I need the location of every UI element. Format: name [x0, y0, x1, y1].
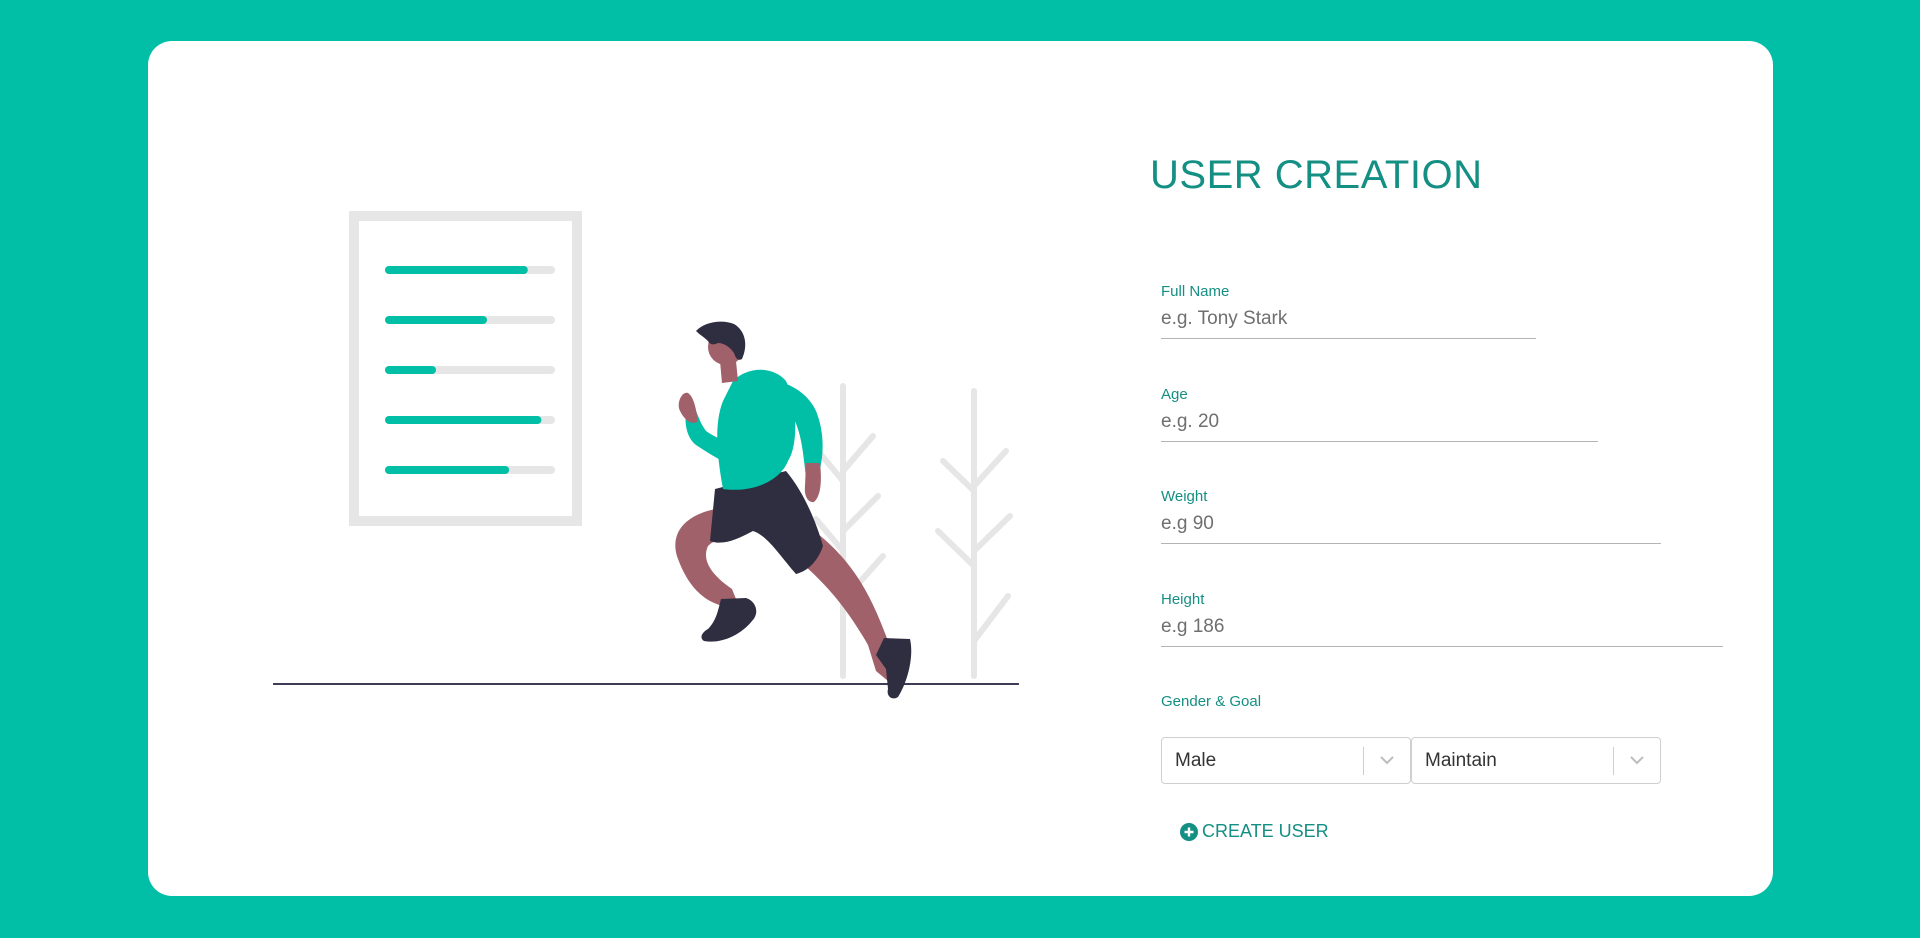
height-input[interactable] — [1161, 616, 1723, 647]
age-group: Age — [1161, 386, 1598, 442]
tree-right — [935, 388, 1013, 679]
create-user-label: CREATE USER — [1202, 821, 1329, 841]
age-input[interactable] — [1161, 411, 1598, 442]
progress-bar-fill — [385, 266, 528, 274]
weight-input[interactable] — [1161, 513, 1661, 544]
form-card: USER CREATION Full Name Age Weight Heigh… — [148, 41, 1773, 896]
progress-bar-fill — [385, 366, 436, 374]
progress-bar-fill — [385, 416, 542, 424]
gender-select-value: Male — [1175, 749, 1217, 771]
chevron-down-icon[interactable] — [1614, 738, 1660, 783]
weight-group: Weight — [1161, 488, 1661, 544]
gender-goal-group: Gender & Goal — [1161, 693, 1261, 718]
full-name-label: Full Name — [1161, 283, 1230, 300]
age-label: Age — [1161, 386, 1188, 403]
height-label: Height — [1161, 591, 1205, 608]
create-user-button[interactable]: CREATE USER — [1180, 821, 1329, 842]
goal-select-value: Maintain — [1425, 749, 1497, 771]
form-title: USER CREATION — [1150, 153, 1483, 197]
goal-select[interactable]: Maintain — [1411, 737, 1661, 784]
runner-figure — [675, 321, 912, 699]
full-name-group: Full Name — [1161, 283, 1536, 339]
gender-goal-label: Gender & Goal — [1161, 693, 1262, 710]
progress-bar-fill — [385, 466, 510, 474]
progress-bar-fill — [385, 316, 487, 324]
weight-label: Weight — [1161, 488, 1208, 505]
plus-circle-icon — [1180, 822, 1198, 841]
full-name-input[interactable] — [1161, 308, 1536, 339]
runner-illustration — [273, 211, 1019, 699]
height-group: Height — [1161, 591, 1723, 647]
gender-select[interactable]: Male — [1161, 737, 1411, 784]
gender-goal-selects: Male Maintain — [1161, 737, 1661, 784]
progress-bars — [385, 266, 555, 474]
chevron-down-icon[interactable] — [1364, 738, 1410, 783]
